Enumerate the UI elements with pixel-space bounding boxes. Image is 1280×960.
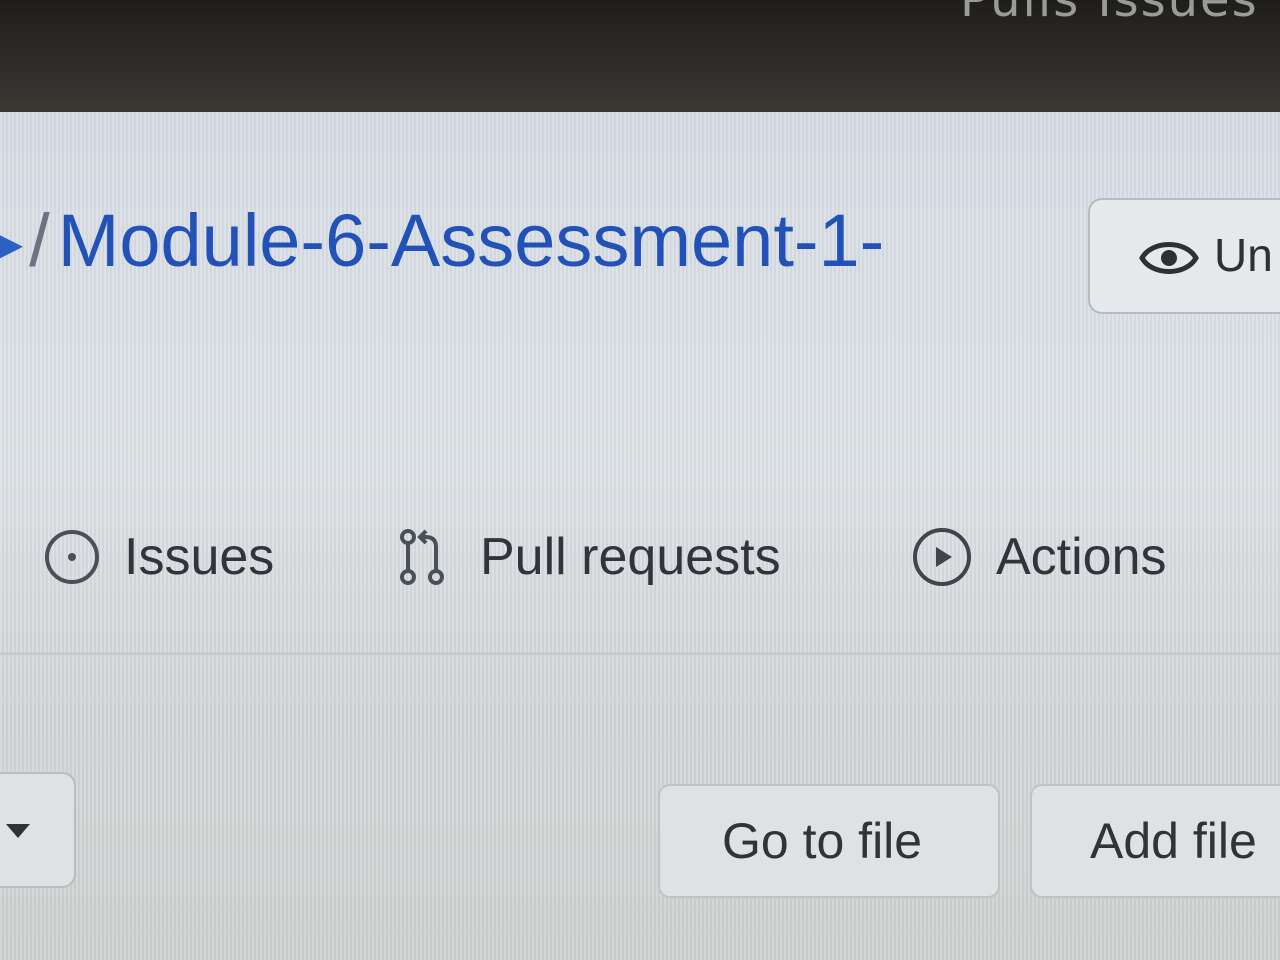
breadcrumb-separator: / [29, 199, 50, 282]
repo-name-link[interactable]: Module-6-Assessment-1- [58, 199, 885, 282]
tab-issues[interactable]: Issues [42, 512, 274, 602]
go-to-file-button[interactable]: Go to file [658, 784, 1000, 898]
repo-nav-tabs: Issues Pull requests Actions [0, 512, 1280, 622]
tabs-divider [0, 652, 1280, 655]
github-repo-page: ▸/Module-6-Assessment-1- Un Issues Pull … [0, 112, 1280, 960]
branch-select-button[interactable] [0, 772, 76, 888]
tab-issues-label: Issues [124, 528, 275, 586]
owner-link-fragment[interactable]: ▸ [0, 199, 23, 282]
git-pull-request-icon [400, 529, 444, 585]
tab-pull-requests[interactable]: Pull requests [394, 512, 781, 602]
play-icon [913, 528, 971, 586]
issue-opened-icon [45, 530, 99, 584]
watch-button-label: Un [1214, 229, 1273, 281]
add-file-button[interactable]: Add file [1030, 784, 1280, 898]
eye-icon [1139, 242, 1199, 274]
chevron-down-icon [6, 824, 30, 838]
repo-breadcrumb: ▸/Module-6-Assessment-1- [0, 204, 884, 278]
top-nav-partial: Pulls Issues [960, 0, 1259, 28]
tab-actions-label: Actions [996, 528, 1167, 586]
tab-actions[interactable]: Actions [910, 512, 1167, 602]
watch-button[interactable]: Un [1088, 198, 1280, 314]
tab-pull-requests-label: Pull requests [480, 528, 781, 586]
